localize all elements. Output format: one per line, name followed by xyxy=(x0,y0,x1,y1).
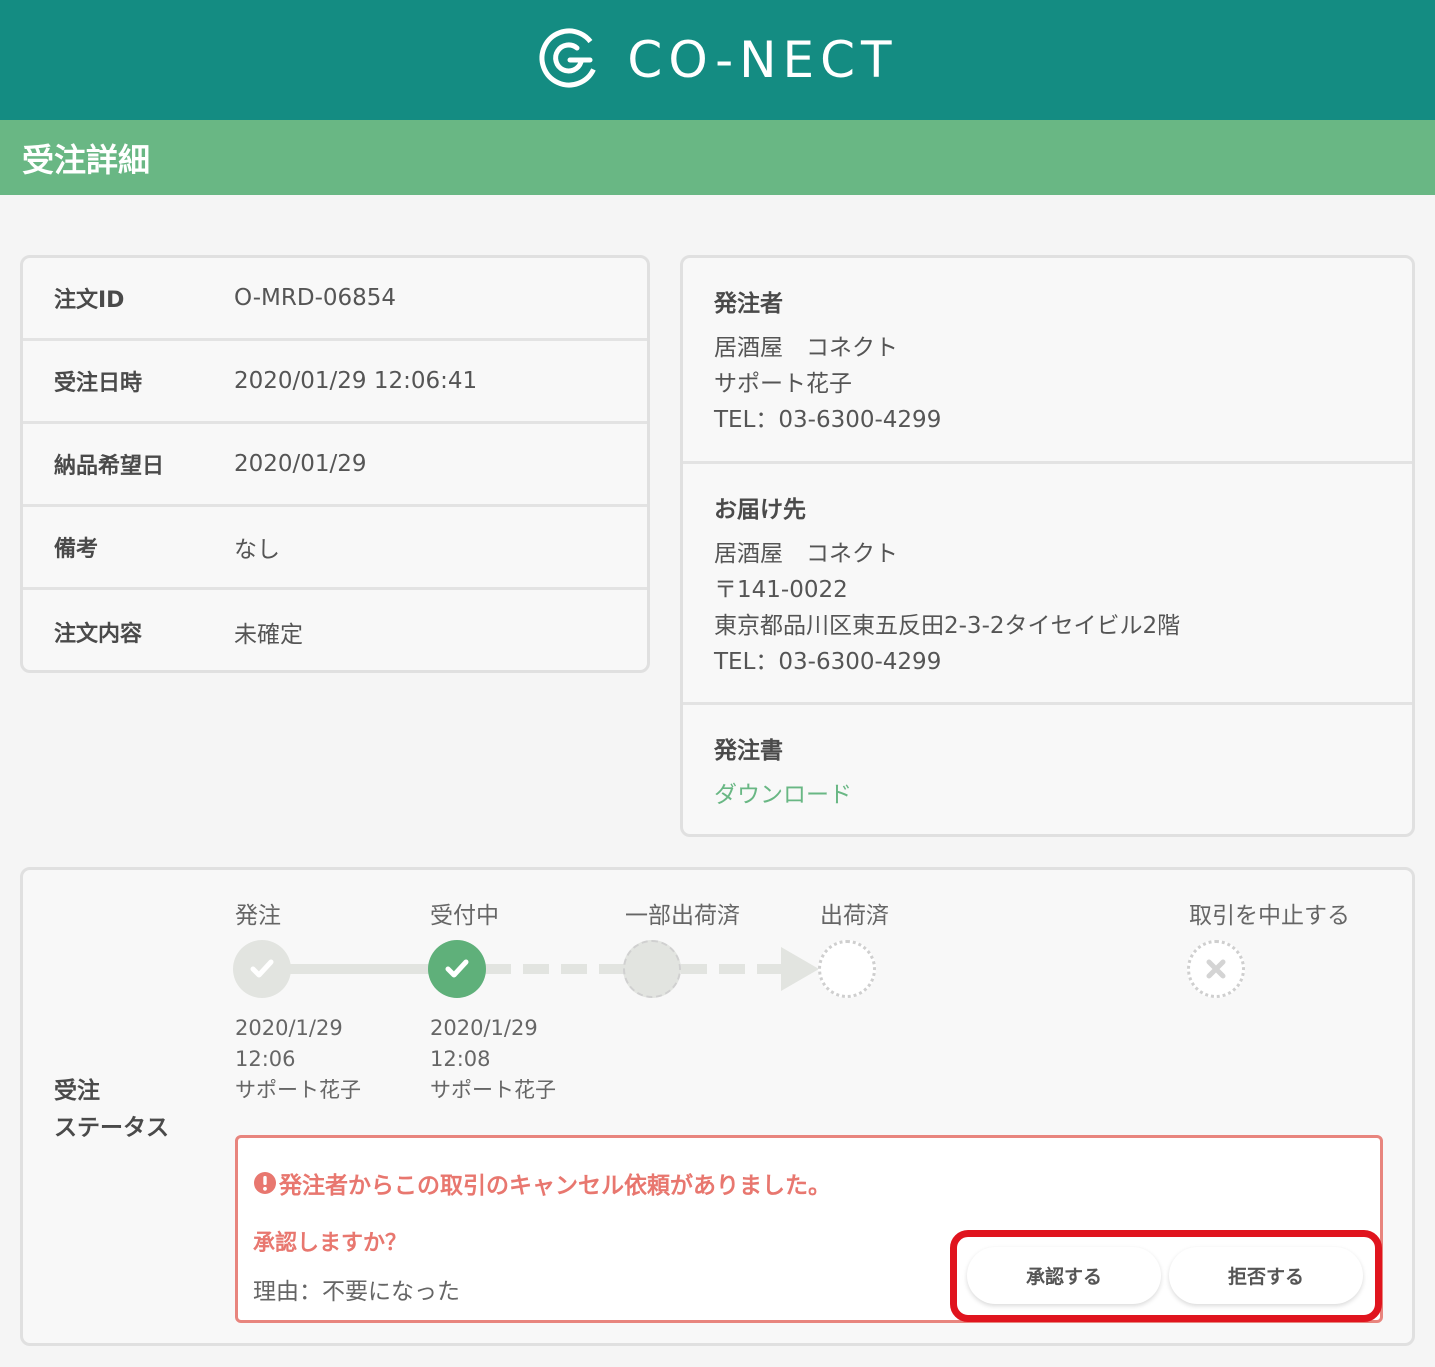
orderer-tel: TEL：03-6300-4299 xyxy=(714,407,942,433)
party-info-card: 発注者 居酒屋 コネクト サポート花子 TEL：03-6300-4299 お届け… xyxy=(680,255,1415,837)
alert-message-text: 発注者からこの取引のキャンセル依頼がありました。 xyxy=(279,1173,831,1199)
step-label-accepting: 受付中 xyxy=(430,903,499,929)
check-icon xyxy=(250,959,274,978)
status-label-line2: ステータス xyxy=(54,1115,169,1141)
app-header: CO-NECT xyxy=(0,0,1435,120)
step-date: 2020/1/29 xyxy=(235,1016,343,1040)
info-value: 2020/01/29 12:06:41 xyxy=(234,368,478,394)
info-row-delivery-date: 納品希望日 2020/01/29 xyxy=(23,424,647,507)
purchase-order-title: 発注書 xyxy=(714,738,783,764)
step-ordered-info: 2020/1/29 12:06 サポート花子 xyxy=(235,1013,361,1106)
info-value: なし xyxy=(234,537,280,563)
orderer-name: 居酒屋 コネクト xyxy=(714,335,898,361)
step-accepting-info: 2020/1/29 12:08 サポート花子 xyxy=(430,1013,556,1106)
delivery-name: 居酒屋 コネクト xyxy=(714,541,898,567)
status-label-line1: 受注 xyxy=(54,1078,100,1104)
info-label: 備考 xyxy=(54,537,99,562)
check-icon xyxy=(445,959,469,978)
step-ordered-circle xyxy=(233,940,291,998)
info-label: 注文内容 xyxy=(54,621,143,647)
delivery-postal: 〒141-0022 xyxy=(714,577,848,603)
step-label-partial-shipped: 一部出荷済 xyxy=(625,903,740,929)
step-time: 12:08 xyxy=(430,1047,491,1071)
step-person: サポート花子 xyxy=(235,1078,361,1102)
info-value: O-MRD-06854 xyxy=(234,285,397,311)
step-accepting-circle xyxy=(428,940,486,998)
status-label: 受注 ステータス xyxy=(54,1073,169,1147)
approve-button[interactable]: 承認する xyxy=(967,1247,1161,1304)
logo-text: CO-NECT xyxy=(627,31,898,89)
progress-arrow-icon xyxy=(781,947,819,991)
step-shipped-circle[interactable] xyxy=(818,940,876,998)
delivery-tel: TEL：03-6300-4299 xyxy=(714,649,942,675)
delivery-section: お届け先 居酒屋 コネクト 〒141-0022 東京都品川区東五反田2-3-2タ… xyxy=(683,464,1412,705)
orderer-section: 発注者 居酒屋 コネクト サポート花子 TEL：03-6300-4299 xyxy=(683,258,1412,464)
delivery-title: お届け先 xyxy=(714,497,806,523)
alert-reason: 理由：不要になった xyxy=(253,1279,460,1305)
page-title-bar: 受注詳細 xyxy=(0,120,1435,195)
orderer-title: 発注者 xyxy=(714,291,783,317)
step-time: 12:06 xyxy=(235,1047,296,1071)
step-date: 2020/1/29 xyxy=(430,1016,538,1040)
info-label: 納品希望日 xyxy=(54,454,165,479)
info-value: 未確定 xyxy=(234,621,303,648)
step-partial-shipped-circle[interactable] xyxy=(623,940,681,998)
delivery-address: 東京都品川区東五反田2-3-2タイセイビル2階 xyxy=(714,613,1181,639)
logo-mark-icon xyxy=(537,26,601,94)
order-info-card: 注文ID O-MRD-06854 受注日時 2020/01/29 12:06:4… xyxy=(20,255,650,673)
progress-line-solid xyxy=(285,964,435,974)
info-row-notes: 備考 なし xyxy=(23,507,647,590)
step-label-shipped: 出荷済 xyxy=(820,903,889,929)
orderer-person: サポート花子 xyxy=(714,371,852,397)
page-title: 受注詳細 xyxy=(22,140,151,179)
info-row-order-datetime: 受注日時 2020/01/29 12:06:41 xyxy=(23,341,647,424)
step-person: サポート花子 xyxy=(430,1078,556,1102)
progress-line-dashed xyxy=(681,964,781,974)
conect-logo[interactable]: CO-NECT xyxy=(537,26,897,94)
info-row-order-id: 注文ID O-MRD-06854 xyxy=(23,258,647,341)
step-label-ordered: 発注 xyxy=(235,903,281,929)
step-label-cancel: 取引を中止する xyxy=(1189,903,1350,929)
info-label: 注文ID xyxy=(54,288,125,313)
close-icon xyxy=(1206,959,1226,979)
alert-message: 発注者からこの取引のキャンセル依頼がありました。 xyxy=(253,1166,831,1200)
purchase-order-section: 発注書 ダウンロード xyxy=(683,705,1412,834)
alert-question: 承認しますか？ xyxy=(253,1231,408,1256)
info-label: 受注日時 xyxy=(54,371,143,396)
alert-icon xyxy=(254,1172,276,1194)
info-value: 2020/01/29 xyxy=(234,451,367,477)
cancel-transaction-button[interactable] xyxy=(1187,940,1245,998)
progress-line-dashed xyxy=(485,964,625,974)
download-link[interactable]: ダウンロード xyxy=(714,782,852,808)
reject-button[interactable]: 拒否する xyxy=(1169,1247,1363,1304)
info-row-order-content: 注文内容 未確定 xyxy=(23,590,647,673)
